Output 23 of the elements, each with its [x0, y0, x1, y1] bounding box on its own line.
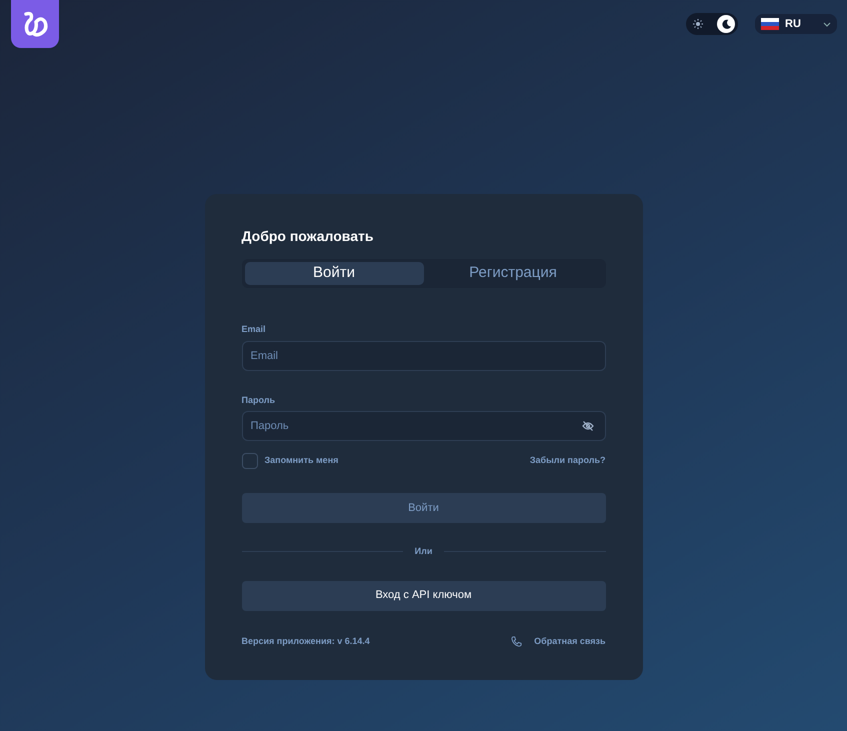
feedback-link[interactable]: Обратная связь [511, 634, 606, 648]
card-title: Добро пожаловать [242, 227, 374, 246]
dark-theme-button[interactable] [717, 15, 735, 33]
sun-icon [693, 19, 703, 29]
tab[interactable]: Регистрация [424, 262, 602, 285]
tab[interactable]: Войти [244, 262, 424, 285]
email-field[interactable]: Email [242, 340, 606, 370]
remember-checkbox[interactable] [242, 453, 258, 469]
field-label: Email [242, 323, 267, 336]
forgot-password-link[interactable]: Забыли пароль? [530, 454, 606, 468]
checkbox-label: Запомнить меня [264, 454, 338, 468]
password-field[interactable]: Пароль [242, 411, 606, 441]
moon-icon [720, 18, 732, 30]
phone-icon [511, 636, 522, 647]
version-text: Версия приложения: v 6.14.4 [242, 634, 370, 648]
field-label: Пароль [242, 394, 276, 407]
app-logo [11, 0, 59, 48]
chevron-down-icon [823, 22, 831, 26]
divider-label: Или [414, 545, 432, 558]
flag-icon [761, 18, 779, 30]
api-key-login-button[interactable]: Вход с API ключом [242, 580, 606, 610]
eye-off-icon[interactable] [582, 420, 594, 432]
language-selector[interactable]: RU [755, 14, 837, 34]
